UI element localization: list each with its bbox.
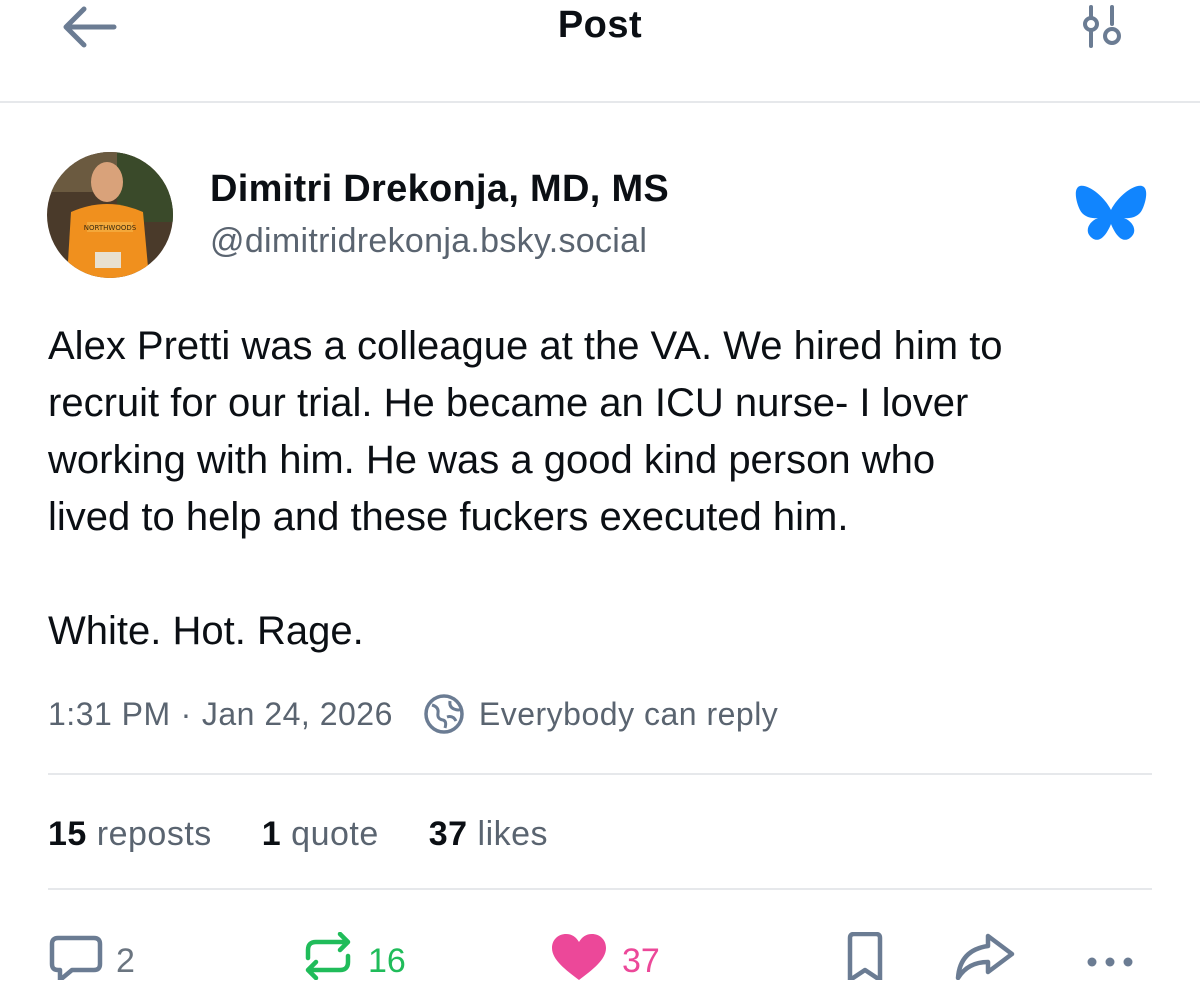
more-icon: [1087, 957, 1133, 967]
bluesky-butterfly-icon: [1075, 185, 1147, 240]
repost-button[interactable]: 16: [300, 932, 406, 980]
settings-button[interactable]: [1078, 4, 1128, 50]
action-bar: 2 16 37: [0, 932, 1200, 980]
bookmark-button[interactable]: [842, 932, 888, 980]
reply-setting[interactable]: Everybody can reply: [479, 696, 778, 733]
likes-stat[interactable]: 37 likes: [429, 815, 548, 854]
post-meta: 1:31 PM · Jan 24, 2026 Everybody can rep…: [48, 694, 778, 734]
author-handle[interactable]: @dimitridrekonja.bsky.social: [210, 222, 647, 261]
reposts-count: 15: [48, 814, 87, 853]
divider: [48, 773, 1152, 775]
like-button[interactable]: 37: [548, 932, 660, 980]
heart-icon: [552, 934, 606, 980]
reposts-label: reposts: [96, 814, 212, 853]
author-display-name[interactable]: Dimitri Drekonja, MD, MS: [210, 168, 669, 211]
globe-icon: [423, 693, 465, 735]
post-time: 1:31 PM: [48, 695, 171, 732]
share-icon: [955, 933, 1015, 980]
page-title: Post: [557, 4, 643, 46]
reply-count: 2: [116, 942, 135, 980]
sliders-icon: [1083, 5, 1121, 48]
repost-count: 16: [368, 942, 406, 980]
like-count: 37: [622, 942, 660, 980]
share-button[interactable]: [952, 932, 1018, 980]
engagement-stats: 15 reposts 1 quote 37 likes: [48, 810, 598, 858]
quotes-stat[interactable]: 1 quote: [262, 815, 379, 854]
likes-label: likes: [477, 814, 549, 853]
bluesky-badge: [1074, 182, 1148, 246]
avatar-photo: NORTHWOODS: [47, 152, 173, 278]
likes-count: 37: [428, 814, 468, 853]
bookmark-icon: [847, 932, 883, 980]
reposts-stat[interactable]: 15 reposts: [48, 815, 212, 854]
post-date: Jan 24, 2026: [201, 695, 393, 732]
quotes-count: 1: [261, 814, 282, 853]
post-paragraph: Alex Pretti was a colleague at the VA. W…: [48, 324, 1003, 539]
post-body: Alex Pretti was a colleague at the VA. W…: [48, 318, 1158, 660]
reply-button[interactable]: 2: [48, 932, 135, 980]
reply-icon: [49, 935, 103, 980]
post-paragraph: White. Hot. Rage.: [48, 609, 364, 653]
repost-icon: [305, 932, 351, 980]
avatar-shirt-text: NORTHWOODS: [84, 224, 137, 232]
top-bar: Post: [0, 0, 1200, 103]
more-options-button[interactable]: [1084, 932, 1136, 980]
avatar[interactable]: NORTHWOODS: [47, 152, 173, 278]
meta-separator: ·: [180, 695, 192, 732]
quotes-label: quote: [291, 814, 379, 853]
divider: [48, 888, 1152, 890]
